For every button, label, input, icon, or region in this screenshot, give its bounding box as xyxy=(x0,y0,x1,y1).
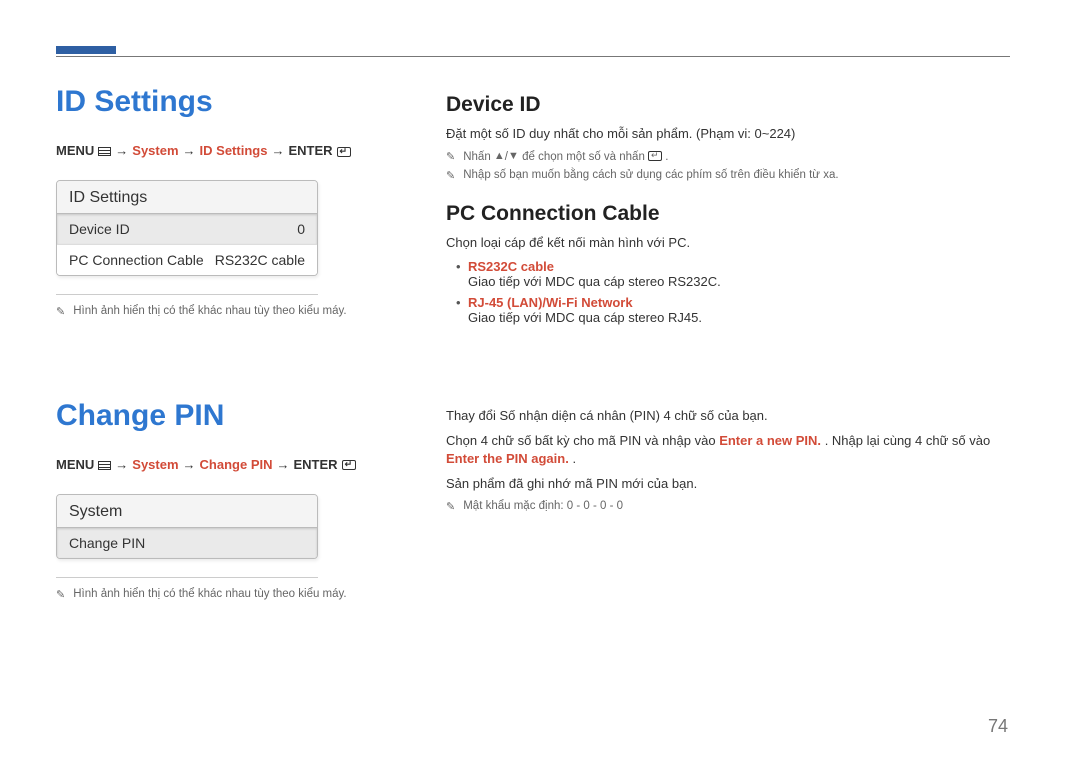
cp-line3: Sản phẩm đã ghi nhớ mã PIN mới của bạn. xyxy=(446,475,1010,494)
top-rule xyxy=(56,56,1010,57)
t: . xyxy=(665,151,668,163)
device-id-label: Device ID xyxy=(69,221,130,237)
breadcrumb-system: System xyxy=(132,457,178,472)
pc-cable-bullets: RS232C cable Giao tiếp với MDC qua cáp s… xyxy=(446,259,1010,325)
enter-icon xyxy=(648,151,662,161)
change-pin-title: Change PIN xyxy=(56,399,396,433)
t: Nhấn xyxy=(463,151,494,163)
note-text: Nhập số bạn muốn bằng cách sử dụng các p… xyxy=(463,169,838,182)
t: để chọn một số và nhấn xyxy=(522,151,648,163)
enter-icon xyxy=(342,460,356,470)
arrow-icon: → xyxy=(271,143,284,158)
down-icon: ▼ xyxy=(508,151,519,162)
device-id-description: Đặt một số ID duy nhất cho mỗi sản phẩm.… xyxy=(446,125,1010,144)
device-id-row[interactable]: Device ID 0 xyxy=(57,214,317,245)
device-id-note1: ✎ Nhấn ▲/▼ để chọn một số và nhấn . xyxy=(446,150,1010,163)
note-icon: ✎ xyxy=(446,150,455,163)
pc-cable-description: Chọn loại cáp để kết nối màn hình với PC… xyxy=(446,234,1010,253)
arrow-icon: → xyxy=(277,457,290,472)
footnote: ✎ Hình ảnh hiển thị có thể khác nhau tùy… xyxy=(56,305,396,318)
cp-default-note: ✎ Mật khẩu mặc định: 0 - 0 - 0 - 0 xyxy=(446,500,1010,513)
bullet-body: Giao tiếp với MDC qua cáp stereo RS232C. xyxy=(468,274,721,289)
arrow-icon: → xyxy=(115,143,128,158)
up-icon: ▲ xyxy=(494,151,505,162)
arrow-icon: → xyxy=(183,143,196,158)
bullet-title: RS232C cable xyxy=(468,259,554,274)
section-accent-bar xyxy=(56,46,116,54)
menu-icon xyxy=(98,147,111,156)
enter-icon xyxy=(337,147,351,157)
id-settings-title: ID Settings xyxy=(56,85,396,119)
breadcrumb-idsettings: ID Settings xyxy=(200,143,268,158)
breadcrumb-enter: ENTER xyxy=(288,143,332,158)
note-icon: ✎ xyxy=(446,169,455,182)
separator xyxy=(56,577,318,578)
breadcrumb-changepin: Change PIN xyxy=(200,457,273,472)
change-pin-block: Change PIN MENU → System → Change PIN → … xyxy=(56,399,1010,607)
menu-icon xyxy=(98,461,111,470)
change-pin-panel: System Change PIN xyxy=(56,494,318,559)
pc-cable-row[interactable]: PC Connection Cable RS232C cable xyxy=(57,245,317,275)
breadcrumb-enter: ENTER xyxy=(294,457,338,472)
id-settings-breadcrumb: MENU → System → ID Settings → ENTER xyxy=(56,143,396,158)
footnote: ✎ Hình ảnh hiển thị có thể khác nhau tùy… xyxy=(56,588,396,601)
pc-cable-heading: PC Connection Cable xyxy=(446,202,1010,226)
id-settings-block: ID Settings MENU → System → ID Settings … xyxy=(56,85,1010,343)
arrow-icon: → xyxy=(183,457,196,472)
t: . xyxy=(572,451,576,466)
row-label: Change PIN xyxy=(69,535,145,551)
enter-pin-again-label: Enter the PIN again. xyxy=(446,451,569,466)
bullet-rj45: RJ-45 (LAN)/Wi-Fi Network Giao tiếp với … xyxy=(456,295,1010,325)
note-icon: ✎ xyxy=(56,305,65,318)
change-pin-row[interactable]: Change PIN xyxy=(57,528,317,558)
breadcrumb-system: System xyxy=(132,143,178,158)
bullet-title: RJ-45 (LAN)/Wi-Fi Network xyxy=(468,295,633,310)
enter-new-pin-label: Enter a new PIN. xyxy=(719,433,821,448)
breadcrumb-menu: MENU xyxy=(56,457,94,472)
arrow-icon: → xyxy=(115,457,128,472)
pc-cable-label: PC Connection Cable xyxy=(69,252,204,268)
note-text: Nhấn ▲/▼ để chọn một số và nhấn . xyxy=(463,150,668,163)
breadcrumb-menu: MENU xyxy=(56,143,94,158)
panel-header: ID Settings xyxy=(57,181,317,214)
cp-line1: Thay đổi Số nhận diện cá nhân (PIN) 4 ch… xyxy=(446,407,1010,426)
bullet-rs232c: RS232C cable Giao tiếp với MDC qua cáp s… xyxy=(456,259,1010,289)
note-text: Mật khẩu mặc định: 0 - 0 - 0 - 0 xyxy=(463,500,623,513)
footnote-text: Hình ảnh hiển thị có thể khác nhau tùy t… xyxy=(73,305,346,318)
t: Chọn 4 chữ số bất kỳ cho mã PIN và nhập … xyxy=(446,433,719,448)
t: . Nhập lại cùng 4 chữ số vào xyxy=(825,433,991,448)
pc-cable-value: RS232C cable xyxy=(215,252,305,268)
bullet-body: Giao tiếp với MDC qua cáp stereo RJ45. xyxy=(468,310,702,325)
cp-line2: Chọn 4 chữ số bất kỳ cho mã PIN và nhập … xyxy=(446,432,1010,470)
separator xyxy=(56,294,318,295)
panel-header: System xyxy=(57,495,317,528)
note-icon: ✎ xyxy=(56,588,65,601)
page-number: 74 xyxy=(988,716,1008,737)
change-pin-breadcrumb: MENU → System → Change PIN → ENTER xyxy=(56,457,396,472)
device-id-note2: ✎ Nhập số bạn muốn bằng cách sử dụng các… xyxy=(446,169,1010,182)
id-settings-panel: ID Settings Device ID 0 PC Connection Ca… xyxy=(56,180,318,276)
device-id-value: 0 xyxy=(297,221,305,237)
device-id-heading: Device ID xyxy=(446,93,1010,117)
footnote-text: Hình ảnh hiển thị có thể khác nhau tùy t… xyxy=(73,588,346,601)
note-icon: ✎ xyxy=(446,500,455,513)
